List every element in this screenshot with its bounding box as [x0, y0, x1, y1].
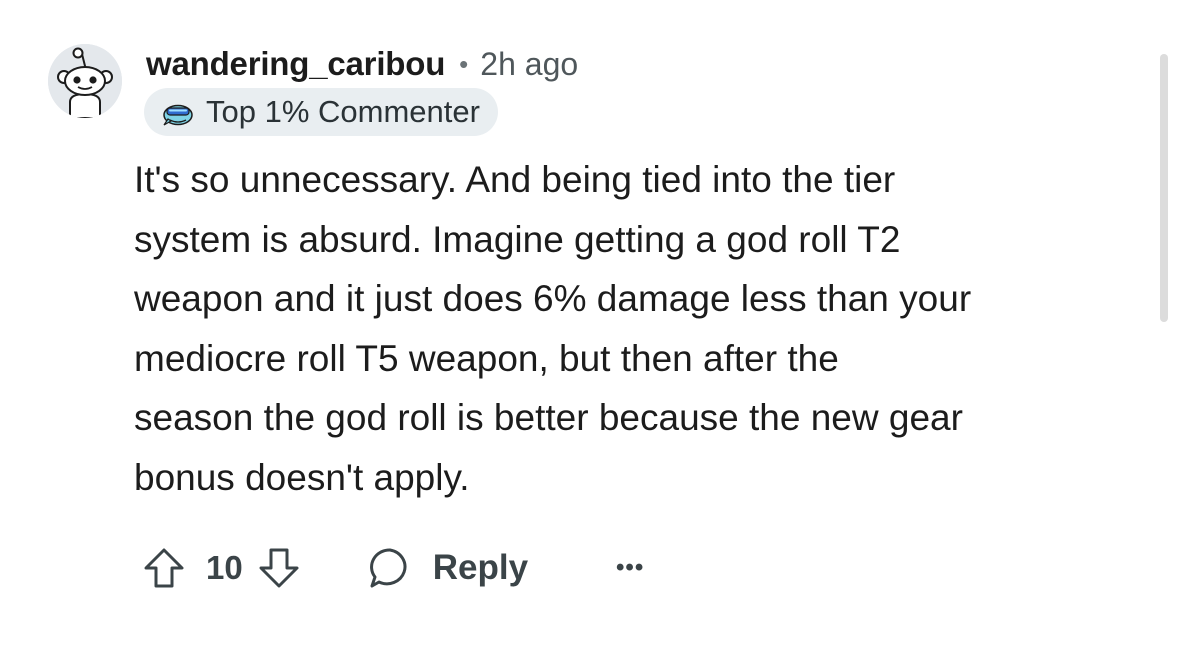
- reply-label: Reply: [432, 548, 529, 587]
- more-options-button[interactable]: •••: [616, 554, 644, 582]
- downvote-arrow-icon: [259, 548, 299, 588]
- comment-body-line: mediocre roll T5 weapon, but then after …: [134, 337, 839, 379]
- author-username[interactable]: wandering_caribou: [146, 45, 445, 83]
- comment-body-line: season the god roll is better because th…: [134, 397, 963, 438]
- avatar[interactable]: [48, 44, 122, 118]
- comment-body: It's so unnecessary. And being tied into…: [134, 150, 1134, 507]
- reply-button[interactable]: Reply: [367, 545, 528, 591]
- downvote-button[interactable]: [257, 546, 301, 590]
- comment-body-line: bonus doesn't apply.: [134, 456, 470, 498]
- comment-header: wandering_caribou • 2h ago: [146, 42, 578, 86]
- top-commenter-badge-icon: [163, 104, 193, 126]
- upvote-button[interactable]: [142, 546, 186, 590]
- comment-actions-bar: 10 Reply •••: [142, 540, 644, 596]
- badge-label: Top 1% Commenter: [206, 94, 480, 129]
- comment: wandering_caribou • 2h ago Top 1% Commen…: [0, 0, 1179, 654]
- snoo-avatar-icon: [48, 44, 122, 118]
- comment-body-line: system is absurd. Imagine getting a god …: [134, 218, 901, 260]
- comment-body-line: It's so unnecessary. And being tied into…: [134, 159, 896, 200]
- meta-separator: •: [459, 48, 469, 79]
- comment-body-line: weapon and it just does 6% damage less t…: [134, 278, 972, 319]
- scrollbar[interactable]: [1160, 54, 1168, 322]
- speech-bubble-icon: [369, 548, 407, 588]
- user-flair-badge: Top 1% Commenter: [144, 88, 498, 136]
- vote-count: 10: [206, 549, 243, 586]
- upvote-arrow-icon: [144, 548, 184, 588]
- comment-timestamp: 2h ago: [480, 45, 579, 82]
